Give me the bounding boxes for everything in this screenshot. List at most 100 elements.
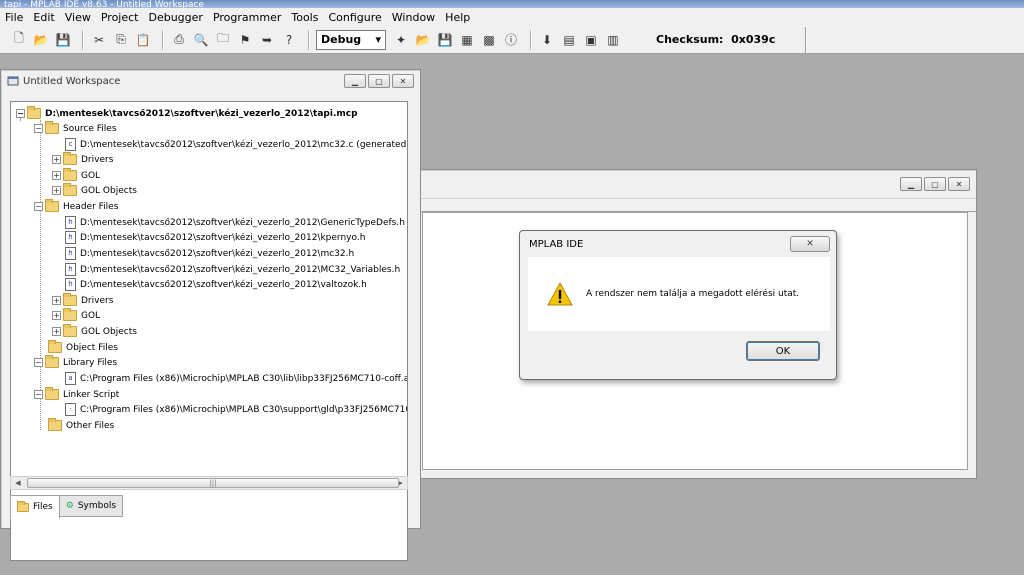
close-icon[interactable]: ✕ xyxy=(948,177,970,191)
menu-debugger[interactable]: Debugger xyxy=(143,11,207,24)
bookmark-icon[interactable]: ⚑ xyxy=(236,31,254,49)
folder-icon xyxy=(63,152,77,165)
tree-item-drivers[interactable]: + Drivers xyxy=(52,293,113,308)
tab-symbols[interactable]: ⚙ Symbols xyxy=(58,495,124,517)
expand-icon[interactable]: + xyxy=(52,296,61,305)
tree-item-label: GOL xyxy=(81,310,101,321)
expand-icon[interactable]: + xyxy=(52,171,61,180)
save-icon[interactable]: 💾 xyxy=(54,31,72,49)
scroll-left-icon[interactable]: ◀ xyxy=(11,477,25,489)
expand-icon[interactable]: + xyxy=(52,311,61,320)
menu-view[interactable]: View xyxy=(60,11,96,24)
tab-files[interactable]: Files xyxy=(10,495,60,519)
menu-programmer[interactable]: Programmer xyxy=(208,11,286,24)
project-tree[interactable]: − D:\mentesek\tavcső2012\szoftver\kézi_v… xyxy=(10,101,408,561)
collapse-icon[interactable]: − xyxy=(34,202,43,211)
tree-item-mc32-variables-h[interactable]: h D:\mentesek\tavcső2012\szoftver\kézi_v… xyxy=(65,262,400,277)
find-icon[interactable]: 🔍 xyxy=(192,31,210,49)
app-title-bar: tapi - MPLAB IDE v8.63 - Untitled Worksp… xyxy=(0,0,1024,8)
tree-item-library-file[interactable]: a C:\Program Files (x86)\Microchip\MPLAB… xyxy=(65,371,407,386)
tree-item-generictypedefs-h[interactable]: h D:\mentesek\tavcső2012\szoftver\kézi_v… xyxy=(65,215,405,230)
open-project-icon[interactable]: 📂 xyxy=(414,31,432,49)
find-in-files-icon[interactable]: 🗀 xyxy=(214,31,232,49)
memory-view-icon[interactable]: ▤ xyxy=(560,31,578,49)
goto-icon[interactable]: ➥ xyxy=(258,31,276,49)
collapse-icon[interactable]: − xyxy=(16,109,25,118)
menu-configure[interactable]: Configure xyxy=(323,11,386,24)
scroll-thumb[interactable]: ||| xyxy=(27,478,399,488)
build-icon[interactable]: ▦ xyxy=(458,31,476,49)
close-icon[interactable]: ✕ xyxy=(790,236,830,252)
expand-icon[interactable]: + xyxy=(52,186,61,195)
tree-item-mc32-h[interactable]: h D:\mentesek\tavcső2012\szoftver\kézi_v… xyxy=(65,246,354,261)
help-icon[interactable]: ? xyxy=(280,31,298,49)
menu-help[interactable]: Help xyxy=(440,11,475,24)
tree-item-mc32-c[interactable]: c D:\mentesek\tavcső2012\szoftver\kézi_v… xyxy=(65,137,407,152)
new-file-icon[interactable]: 🗋 xyxy=(10,31,28,49)
tree-item-object-files[interactable]: Object Files xyxy=(48,340,118,355)
collapse-icon[interactable]: − xyxy=(34,124,43,133)
tree-item-linker-file[interactable]: · C:\Program Files (x86)\Microchip\MPLAB… xyxy=(65,402,407,417)
menu-tools[interactable]: Tools xyxy=(286,11,323,24)
horizontal-scrollbar[interactable]: ◀ ||| ▶ xyxy=(10,476,408,490)
toolbar-separator xyxy=(82,29,84,50)
copy-icon[interactable]: ⎘ xyxy=(112,31,130,49)
tree-item-label: Drivers xyxy=(81,154,114,165)
paste-icon[interactable]: 📋 xyxy=(134,31,152,49)
tree-item-label: Library Files xyxy=(63,357,118,368)
disassembly-icon[interactable]: ▥ xyxy=(604,31,622,49)
new-project-icon[interactable]: ✦ xyxy=(392,31,410,49)
editor-window-controls: ▁ ▢ ✕ xyxy=(898,177,970,191)
tree-item-linker-script[interactable]: − Linker Script xyxy=(34,387,119,402)
minimize-icon[interactable]: ▁ xyxy=(344,74,366,88)
chevron-down-icon: ▾ xyxy=(375,33,381,46)
open-folder-icon[interactable]: 📂 xyxy=(32,31,50,49)
expand-icon[interactable]: + xyxy=(52,327,61,336)
maximize-icon[interactable]: ▢ xyxy=(368,74,390,88)
header-file-icon: h xyxy=(65,231,76,244)
folder-icon xyxy=(63,308,77,321)
menu-bar: File Edit View Project Debugger Programm… xyxy=(0,8,1024,26)
tree-item-source-files[interactable]: − Source Files xyxy=(34,121,117,136)
folder-icon xyxy=(17,500,29,512)
folder-icon xyxy=(45,121,59,134)
workspace-window: Untitled Workspace ▁ ▢ ✕ − D:\mentesek\t… xyxy=(0,69,421,561)
tree-item-header-files[interactable]: − Header Files xyxy=(34,199,118,214)
tree-item-label: GOL Objects xyxy=(81,326,137,337)
tree-item-drivers[interactable]: + Drivers xyxy=(52,152,113,167)
print-icon[interactable]: ⎙ xyxy=(170,31,188,49)
menu-project[interactable]: Project xyxy=(96,11,144,24)
collapse-icon[interactable]: − xyxy=(34,358,43,367)
make-icon[interactable]: ▩ xyxy=(480,31,498,49)
build-config-select[interactable]: Debug ▾ xyxy=(316,29,386,50)
save-workspace-icon[interactable]: 💾 xyxy=(436,31,454,49)
tree-item-gol[interactable]: + GOL xyxy=(52,308,100,323)
main-toolbar: 🗋 📂 💾 ✂ ⎘ 📋 ⎙ 🔍 🗀 ⚑ ➥ ? Debug ▾ ✦ 📂 💾 ▦ … xyxy=(0,26,1024,54)
tree-item-other-files[interactable]: Other Files xyxy=(48,418,114,433)
toolbar-empty-area xyxy=(806,26,1024,53)
watch-icon[interactable]: ▣ xyxy=(582,31,600,49)
menu-file[interactable]: File xyxy=(0,11,28,24)
dialog-caption: MPLAB IDE ✕ xyxy=(520,231,836,257)
tree-item-gol-objects[interactable]: + GOL Objects xyxy=(52,324,137,339)
expand-icon[interactable]: + xyxy=(52,155,61,164)
close-icon[interactable]: ✕ xyxy=(392,74,414,88)
minimize-icon[interactable]: ▁ xyxy=(900,177,922,191)
tree-item-library-files[interactable]: − Library Files xyxy=(34,355,117,370)
cut-icon[interactable]: ✂ xyxy=(90,31,108,49)
menu-window[interactable]: Window xyxy=(387,11,440,24)
menu-edit[interactable]: Edit xyxy=(28,11,59,24)
info-icon[interactable]: ⓘ xyxy=(502,31,520,49)
tree-item-valtozok-h[interactable]: h D:\mentesek\tavcső2012\szoftver\kézi_v… xyxy=(65,277,367,292)
checksum-display: Checksum: 0x039c xyxy=(626,26,806,53)
tree-item-gol-objects[interactable]: + GOL Objects xyxy=(52,183,137,198)
program-icon[interactable]: ⬇ xyxy=(538,31,556,49)
collapse-icon[interactable]: − xyxy=(34,390,43,399)
ok-button[interactable]: OK xyxy=(746,341,820,361)
tree-item-gol[interactable]: + GOL xyxy=(52,168,100,183)
header-file-icon: h xyxy=(65,247,76,260)
maximize-icon[interactable]: ▢ xyxy=(924,177,946,191)
tree-root[interactable]: − D:\mentesek\tavcső2012\szoftver\kézi_v… xyxy=(16,106,358,121)
tree-item-kpernyo-h[interactable]: h D:\mentesek\tavcső2012\szoftver\kézi_v… xyxy=(65,230,365,245)
folder-icon xyxy=(63,293,77,306)
